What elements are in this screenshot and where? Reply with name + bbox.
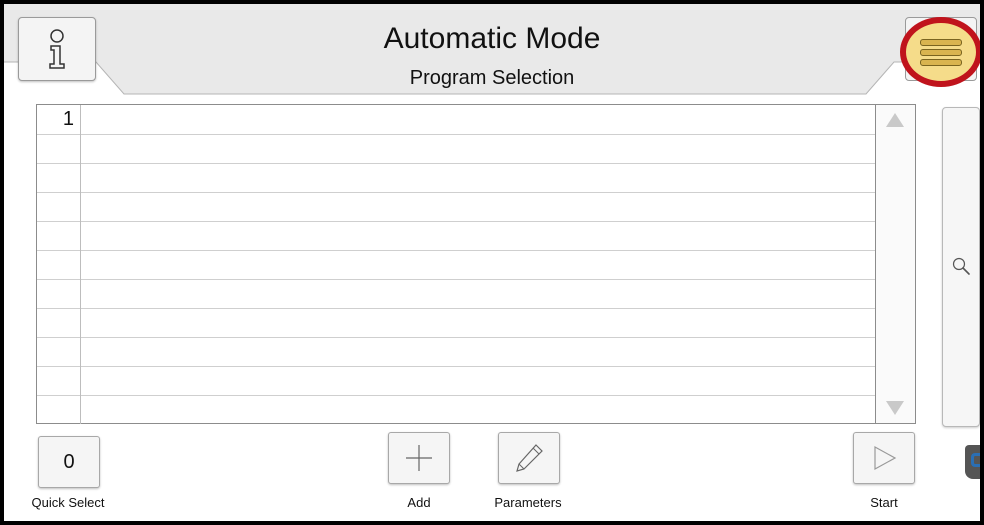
page-subtitle: Program Selection (409, 67, 575, 89)
search-icon (952, 257, 970, 275)
list-item[interactable] (37, 192, 875, 222)
quick-select-label: Quick Select (31, 495, 105, 510)
pencil-icon (516, 444, 543, 472)
quick-select-button[interactable]: 0 (38, 436, 100, 488)
list-scrollbar[interactable] (876, 104, 916, 424)
program-list[interactable]: 1 (36, 104, 876, 424)
scroll-up-arrow-icon[interactable] (886, 113, 904, 127)
list-item[interactable] (37, 250, 875, 280)
menu-icon (920, 36, 962, 69)
list-item[interactable] (37, 366, 875, 396)
play-icon (874, 445, 897, 471)
add-label: Add (407, 495, 431, 510)
menu-button[interactable] (900, 17, 980, 87)
list-item[interactable] (37, 395, 875, 425)
add-button[interactable] (388, 432, 450, 484)
search-button[interactable] (942, 107, 980, 427)
start-button[interactable] (853, 432, 915, 484)
plus-icon (406, 445, 432, 471)
app-window: Automatic Mode Program Selection 1 0 Qui… (0, 0, 984, 525)
list-item[interactable] (37, 221, 875, 251)
list-item[interactable] (37, 308, 875, 338)
list-item[interactable] (37, 163, 875, 193)
page-title: Automatic Mode (383, 22, 601, 55)
side-drawer-handle[interactable] (965, 445, 980, 479)
scroll-down-arrow-icon[interactable] (886, 401, 904, 415)
list-item[interactable] (37, 134, 875, 164)
list-item[interactable]: 1 (37, 105, 875, 135)
list-item[interactable] (37, 337, 875, 367)
parameters-label: Parameters (494, 495, 562, 510)
quick-select-value: 0 (63, 450, 75, 473)
list-item[interactable] (37, 279, 875, 309)
start-label: Start (870, 495, 898, 510)
parameters-button[interactable] (498, 432, 560, 484)
